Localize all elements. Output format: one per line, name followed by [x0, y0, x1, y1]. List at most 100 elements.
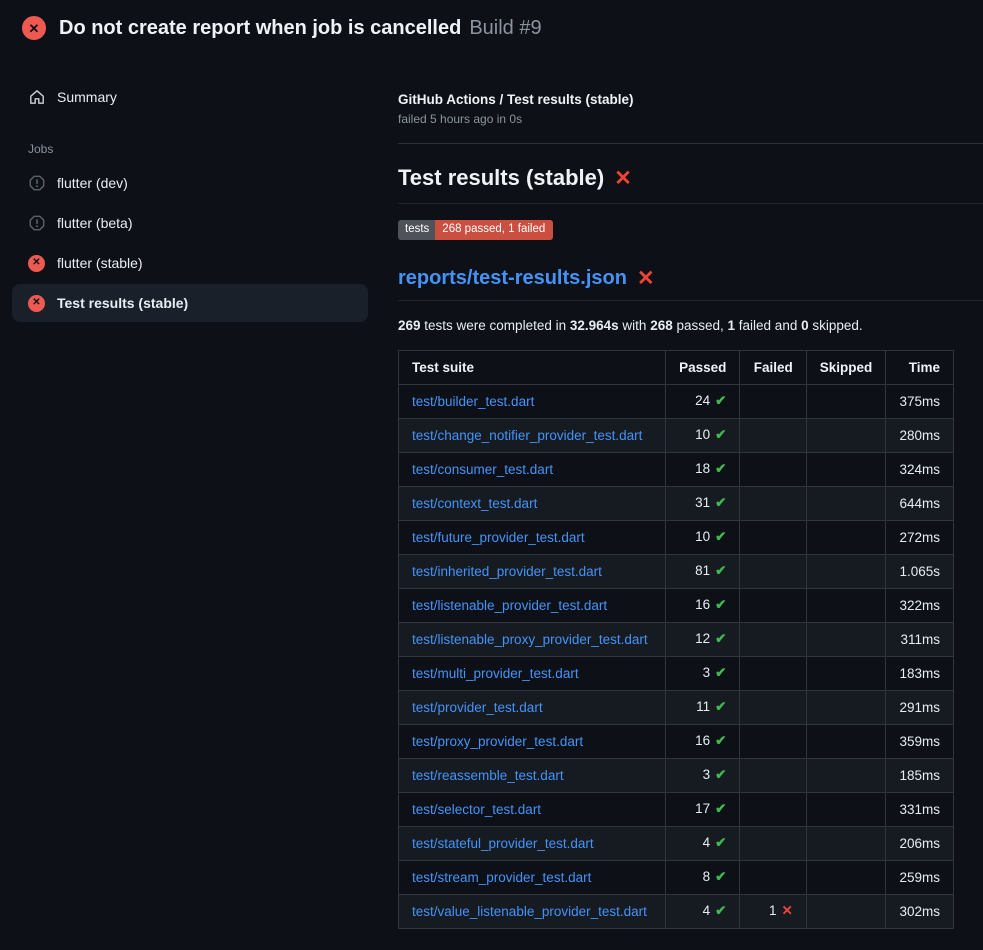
suite-cell: test/multi_provider_test.dart — [399, 656, 666, 690]
suite-link[interactable]: test/stateful_provider_test.dart — [412, 836, 594, 851]
time-cell: 644ms — [886, 486, 954, 520]
tests-badge-label: tests — [398, 220, 435, 240]
check-icon: ✔ — [715, 461, 726, 476]
sidebar-item-summary[interactable]: Summary — [12, 78, 368, 116]
passed-count: 268 — [650, 318, 673, 333]
alert-octagon-icon — [28, 215, 45, 232]
failed-count: 1 — [728, 318, 736, 333]
failed-cell — [740, 452, 806, 486]
skipped-cell — [806, 656, 886, 690]
skipped-cell — [806, 588, 886, 622]
col-skipped: Skipped — [806, 350, 886, 384]
sidebar-item-test-results-stable[interactable]: ✕ Test results (stable) — [12, 284, 368, 322]
suite-link[interactable]: test/future_provider_test.dart — [412, 530, 585, 545]
check-icon: ✔ — [715, 835, 726, 850]
failed-cell — [740, 486, 806, 520]
failed-cell — [740, 826, 806, 860]
suite-link[interactable]: test/listenable_provider_test.dart — [412, 598, 607, 613]
check-icon: ✔ — [715, 631, 726, 646]
x-circle-icon: ✕ — [28, 255, 45, 272]
suite-link[interactable]: test/listenable_proxy_provider_test.dart — [412, 632, 648, 647]
suite-link[interactable]: test/provider_test.dart — [412, 700, 543, 715]
passed-cell: 12✔ — [666, 622, 740, 656]
passed-cell: 3✔ — [666, 656, 740, 690]
run-header: ✕ Do not create report when job is cance… — [0, 0, 983, 56]
failed-cell: 1✕ — [740, 894, 806, 928]
passed-cell: 8✔ — [666, 860, 740, 894]
sidebar-item-flutter-beta[interactable]: flutter (beta) — [12, 204, 368, 242]
suite-cell: test/reassemble_test.dart — [399, 758, 666, 792]
passed-cell: 81✔ — [666, 554, 740, 588]
x-icon: ✕ — [781, 903, 792, 918]
suite-cell: test/change_notifier_provider_test.dart — [399, 418, 666, 452]
suite-link[interactable]: test/builder_test.dart — [412, 394, 534, 409]
check-icon: ✔ — [715, 393, 726, 408]
jobs-section-label: Jobs — [28, 142, 380, 156]
suite-link[interactable]: test/multi_provider_test.dart — [412, 666, 579, 681]
time-cell: 206ms — [886, 826, 954, 860]
skipped-cell — [806, 894, 886, 928]
table-row: test/context_test.dart 31✔ 644ms — [399, 486, 954, 520]
failed-x-icon: ✕ — [614, 168, 632, 189]
time-cell: 1.065s — [886, 554, 954, 588]
x-circle-icon: ✕ — [28, 295, 45, 312]
failed-cell — [740, 588, 806, 622]
time-cell: 280ms — [886, 418, 954, 452]
failed-cell — [740, 554, 806, 588]
time-cell: 311ms — [886, 622, 954, 656]
table-row: test/proxy_provider_test.dart 16✔ 359ms — [399, 724, 954, 758]
passed-cell: 3✔ — [666, 758, 740, 792]
suite-cell: test/future_provider_test.dart — [399, 520, 666, 554]
col-time: Time — [886, 350, 954, 384]
suite-link[interactable]: test/change_notifier_provider_test.dart — [412, 428, 642, 443]
suite-link[interactable]: test/value_listenable_provider_test.dart — [412, 904, 647, 919]
table-row: test/change_notifier_provider_test.dart … — [399, 418, 954, 452]
suite-link[interactable]: test/context_test.dart — [412, 496, 537, 511]
skipped-cell — [806, 554, 886, 588]
section-title: Test results (stable) ✕ — [398, 165, 983, 204]
tests-badge: tests 268 passed, 1 failed — [398, 220, 553, 240]
table-header-row: Test suite Passed Failed Skipped Time — [399, 350, 954, 384]
run-meta: failed 5 hours ago in 0s — [398, 112, 983, 126]
table-row: test/stream_provider_test.dart 8✔ 259ms — [399, 860, 954, 894]
passed-cell: 16✔ — [666, 724, 740, 758]
report-link[interactable]: reports/test-results.json — [398, 267, 627, 290]
skipped-cell — [806, 860, 886, 894]
time-cell: 331ms — [886, 792, 954, 826]
sidebar-item-label: flutter (stable) — [57, 255, 143, 271]
suite-link[interactable]: test/consumer_test.dart — [412, 462, 553, 477]
table-row: test/multi_provider_test.dart 3✔ 183ms — [399, 656, 954, 690]
suite-cell: test/context_test.dart — [399, 486, 666, 520]
passed-cell: 10✔ — [666, 418, 740, 452]
report-title: reports/test-results.json ✕ — [398, 267, 983, 301]
passed-cell: 24✔ — [666, 384, 740, 418]
sidebar-item-label: Test results (stable) — [57, 295, 188, 311]
suite-link[interactable]: test/reassemble_test.dart — [412, 768, 564, 783]
suite-link[interactable]: test/selector_test.dart — [412, 802, 541, 817]
total-time: 32.964s — [570, 318, 619, 333]
failed-cell — [740, 622, 806, 656]
run-title: Do not create report when job is cancell… — [59, 17, 461, 40]
check-icon: ✔ — [715, 597, 726, 612]
sidebar-item-label: Summary — [57, 89, 117, 105]
check-icon: ✔ — [715, 427, 726, 442]
suite-cell: test/stream_provider_test.dart — [399, 860, 666, 894]
sidebar-item-flutter-stable[interactable]: ✕ flutter (stable) — [12, 244, 368, 282]
passed-cell: 18✔ — [666, 452, 740, 486]
table-row: test/consumer_test.dart 18✔ 324ms — [399, 452, 954, 486]
check-icon: ✔ — [715, 495, 726, 510]
check-icon: ✔ — [715, 903, 726, 918]
time-cell: 324ms — [886, 452, 954, 486]
jobs-list: flutter (dev) flutter (beta) ✕ flutter (… — [0, 164, 380, 322]
sidebar-item-flutter-dev[interactable]: flutter (dev) — [12, 164, 368, 202]
check-icon: ✔ — [715, 767, 726, 782]
check-icon: ✔ — [715, 529, 726, 544]
suite-link[interactable]: test/stream_provider_test.dart — [412, 870, 591, 885]
table-row: test/future_provider_test.dart 10✔ 272ms — [399, 520, 954, 554]
time-cell: 322ms — [886, 588, 954, 622]
skipped-cell — [806, 418, 886, 452]
skipped-cell — [806, 792, 886, 826]
suite-link[interactable]: test/inherited_provider_test.dart — [412, 564, 602, 579]
suite-link[interactable]: test/proxy_provider_test.dart — [412, 734, 583, 749]
check-icon: ✔ — [715, 733, 726, 748]
